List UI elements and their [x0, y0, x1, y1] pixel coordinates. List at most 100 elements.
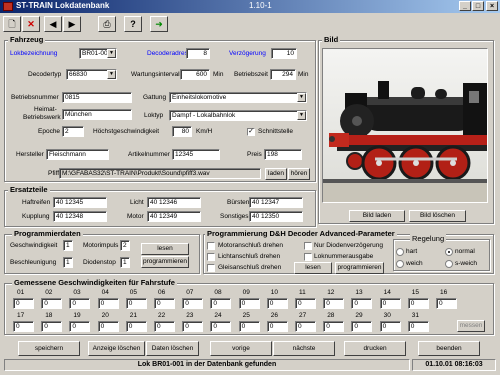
fahrstufe-speed-field[interactable]: 0 — [125, 298, 147, 309]
fahrstufe-label: 07 — [186, 289, 194, 296]
weich-radio[interactable] — [396, 260, 404, 268]
sonstiges-field[interactable]: 40 12350 — [249, 211, 303, 222]
printer-icon[interactable]: ⎙ — [98, 16, 116, 32]
geschwindigkeit-field[interactable]: 1 — [63, 240, 73, 251]
motor-field[interactable]: 40 12349 — [147, 211, 201, 222]
fahrstufe-speed-field[interactable]: 0 — [41, 298, 63, 309]
fahrstufe-speed-field[interactable]: 0 — [238, 321, 260, 332]
maximize-icon[interactable]: □ — [472, 1, 484, 11]
hart-radio[interactable] — [396, 248, 404, 256]
diodenverzoegerung-checkbox[interactable] — [304, 242, 312, 250]
betriebszeit-field[interactable]: 294 — [270, 69, 296, 80]
lichtanschluss-checkbox[interactable] — [207, 253, 215, 261]
fahrstufe-speed-field[interactable]: 0 — [41, 321, 63, 332]
fahrstufe-speed-field[interactable]: 0 — [407, 321, 429, 332]
speichern-button[interactable]: speichern — [18, 341, 80, 356]
decoderadresse-field[interactable]: 8 — [186, 48, 210, 59]
buersten-field[interactable]: 40 12347 — [249, 197, 303, 208]
fahrstufe-speed-field[interactable]: 0 — [154, 298, 175, 309]
epoche-field[interactable]: 2 — [62, 126, 84, 137]
minimize-icon[interactable]: _ — [459, 1, 471, 11]
betriebsnummer-field[interactable]: 0815 — [62, 92, 132, 103]
kupplung-field[interactable]: 40 12348 — [53, 211, 107, 222]
fahrstufe-speed-field[interactable]: 0 — [407, 298, 429, 309]
advanced-lesen-button[interactable]: lesen — [294, 262, 332, 274]
chevron-down-icon[interactable]: ▼ — [297, 93, 306, 102]
fahrstufe-speed-field[interactable]: 0 — [238, 298, 260, 309]
vorige-button[interactable]: vorige — [210, 341, 272, 356]
fahrstufe-speed-field[interactable]: 0 — [13, 321, 34, 332]
lokbezeichnung-select[interactable]: BR01-001 ▼ — [79, 48, 117, 59]
fahrstufe-speed-field[interactable]: 0 — [69, 321, 91, 332]
motorimpuls-field[interactable]: 2 — [120, 240, 130, 251]
gleisanschluss-checkbox[interactable] — [207, 264, 215, 272]
close-icon[interactable]: × — [486, 1, 498, 11]
daten-loeschen-button[interactable]: Daten löschen — [146, 341, 199, 356]
fahrstufe-speed-field[interactable]: 0 — [125, 321, 147, 332]
next-icon[interactable]: ▶ — [63, 16, 81, 32]
beenden-button[interactable]: beenden — [418, 341, 480, 356]
naechste-button[interactable]: nächste — [273, 341, 335, 356]
loknummerausgabe-checkbox[interactable] — [304, 253, 312, 261]
messen-button[interactable]: messen — [457, 320, 485, 332]
fahrstufe-speed-field[interactable]: 0 — [210, 321, 232, 332]
haftreifen-field[interactable]: 40 12345 — [53, 197, 107, 208]
fahrstufe-speed-field[interactable]: 0 — [323, 321, 345, 332]
fahrstufe-speed-field[interactable]: 0 — [97, 321, 119, 332]
pfiff-hoeren-button[interactable]: hören — [288, 168, 310, 180]
previous-icon[interactable]: ◀ — [44, 16, 62, 32]
heimat-field[interactable]: München — [62, 109, 132, 120]
fahrstufe-speed-field[interactable]: 0 — [97, 298, 119, 309]
loktyp-select[interactable]: Dampf - Lokalbahnlok ▼ — [169, 110, 307, 121]
anzeige-loeschen-button[interactable]: Anzeige löschen — [88, 341, 145, 356]
fahrstufe-speed-field[interactable]: 0 — [436, 298, 457, 309]
schnittstelle-checkbox[interactable]: ✓ — [247, 128, 255, 136]
bild-loeschen-button[interactable]: Bild löschen — [409, 210, 466, 222]
exit-icon[interactable]: ➜ — [150, 16, 168, 32]
chevron-down-icon[interactable]: ▼ — [107, 49, 116, 58]
new-file-icon[interactable]: 🗋 — [3, 16, 21, 32]
fahrstufe-speed-field[interactable]: 0 — [379, 298, 401, 309]
help-icon[interactable]: ? — [124, 16, 142, 32]
fahrstufe-speed-field[interactable]: 0 — [379, 321, 401, 332]
fahrstufe-speed-field[interactable]: 0 — [154, 321, 175, 332]
fahrstufe-speed-field[interactable]: 0 — [69, 298, 91, 309]
fahrstufe-speed-field[interactable]: 0 — [351, 298, 373, 309]
fahrstufe-speed-field[interactable]: 0 — [351, 321, 373, 332]
licht-field[interactable]: 40 12346 — [147, 197, 201, 208]
bild-laden-button[interactable]: Bild laden — [349, 210, 405, 222]
fahrstufe-speed-field[interactable]: 0 — [295, 298, 316, 309]
betrieb-unit: Min — [298, 71, 309, 78]
advanced-programmieren-button[interactable]: programmieren — [335, 262, 384, 274]
fahrstufe-speed-field[interactable]: 0 — [210, 298, 232, 309]
fahrstufe-speed-field[interactable]: 0 — [266, 321, 288, 332]
fahrstufe-speed-field[interactable]: 0 — [182, 298, 204, 309]
fahrstufe-speed-field[interactable]: 0 — [266, 298, 288, 309]
hersteller-field[interactable]: Fleischmann — [46, 149, 109, 160]
pfiff-laden-button[interactable]: laden — [265, 168, 287, 180]
gattung-select[interactable]: Einheitslokomotive ▼ — [169, 92, 307, 103]
s-weich-radio[interactable] — [445, 260, 453, 268]
fahrstufe-speed-field[interactable]: 0 — [13, 298, 34, 309]
beschleunigung-field[interactable]: 1 — [63, 257, 73, 268]
delete-icon[interactable]: ✕ — [22, 16, 40, 32]
programmierdaten-lesen-button[interactable]: lesen — [141, 243, 189, 255]
artikelnummer-field[interactable]: 12345 — [172, 149, 220, 160]
chevron-down-icon[interactable]: ▼ — [107, 70, 116, 79]
preis-field[interactable]: 198 — [264, 149, 302, 160]
fahrstufe-speed-field[interactable]: 0 — [182, 321, 204, 332]
pfiff-path-field[interactable]: M:\GFABAS32\ST-TRAIN\Produkt\Sound\pfiff… — [59, 168, 261, 179]
fahrstufe-speed-field[interactable]: 0 — [295, 321, 316, 332]
wartungsintervall-field[interactable]: 600 — [180, 69, 210, 80]
heimat-label-1: Heimat- — [34, 106, 57, 113]
motoranschluss-checkbox[interactable] — [207, 242, 215, 250]
hoechst-field[interactable]: 80 — [172, 126, 192, 137]
verzoegerung-field[interactable]: 10 — [271, 48, 297, 59]
programmierdaten-programmieren-button[interactable]: programmieren — [141, 256, 189, 268]
drucken-button[interactable]: drucken — [344, 341, 406, 356]
fahrstufe-speed-field[interactable]: 0 — [323, 298, 345, 309]
decodertyp-select[interactable]: 66830 ▼ — [66, 69, 117, 80]
diodenstop-field[interactable]: 1 — [120, 257, 130, 268]
chevron-down-icon[interactable]: ▼ — [297, 111, 306, 120]
normal-radio[interactable] — [445, 248, 453, 256]
